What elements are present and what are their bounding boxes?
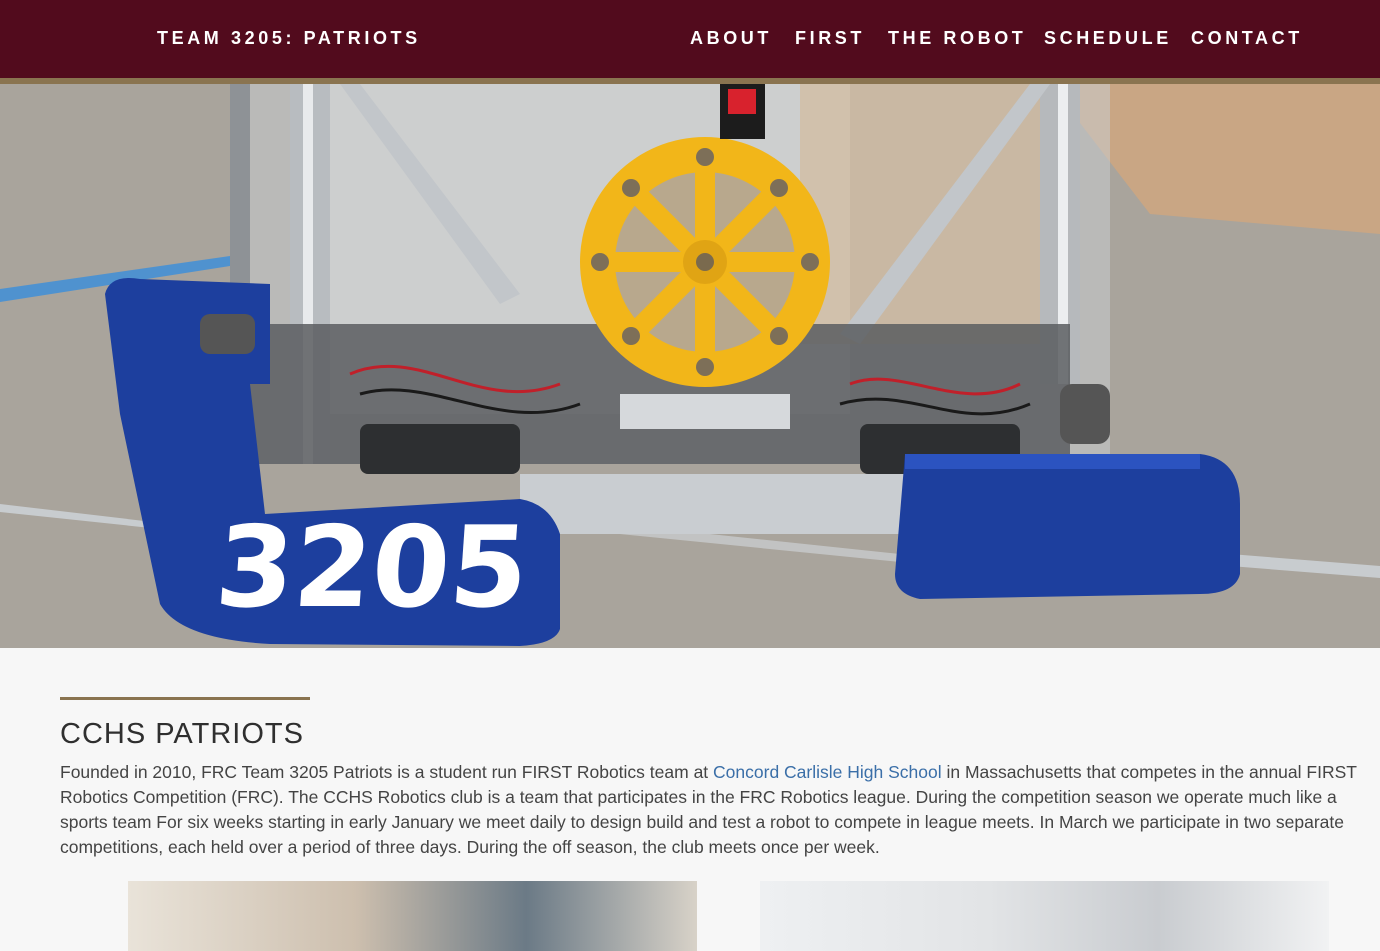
robot-photo: 3205	[0, 84, 1380, 648]
team-photo-right	[760, 881, 1329, 951]
section-divider	[60, 697, 310, 700]
nav-link-schedule[interactable]: SCHEDULE	[1044, 28, 1172, 49]
hero-carousel: 3205	[0, 84, 1380, 648]
nav-menu: ABOUT FIRST THE ROBOT SCHEDULE CONTACT	[690, 28, 1310, 50]
intro-text-start: Founded in 2010, FRC Team 3205 Patriots …	[60, 762, 714, 782]
nav-link-contact[interactable]: CONTACT	[1191, 28, 1303, 49]
nav-link-about[interactable]: ABOUT	[690, 28, 772, 49]
team-photo-left	[128, 881, 697, 951]
brand-link[interactable]: TEAM 3205: PATRIOTS	[157, 28, 421, 49]
top-navbar: TEAM 3205: PATRIOTS ABOUT FIRST THE ROBO…	[0, 0, 1380, 84]
section-title: CCHS PATRIOTS	[60, 718, 304, 750]
nav-link-the-robot[interactable]: THE ROBOT	[888, 28, 1026, 49]
school-link[interactable]: Concord Carlisle High School	[713, 762, 942, 782]
bumper-number-text: 3205	[212, 503, 533, 633]
about-section: CCHS PATRIOTS Founded in 2010, FRC Team …	[0, 648, 1380, 951]
nav-link-first[interactable]: FIRST	[795, 28, 865, 49]
intro-paragraph: Founded in 2010, FRC Team 3205 Patriots …	[60, 760, 1370, 860]
